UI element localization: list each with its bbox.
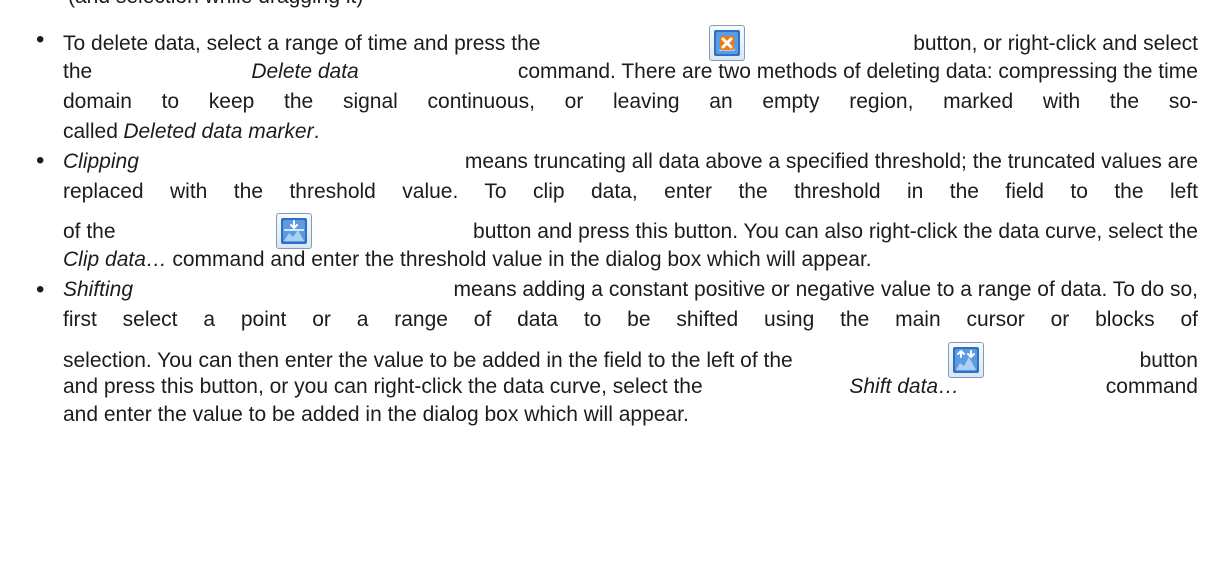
text-line: and press this button, or you can right-… bbox=[63, 372, 1198, 401]
command-name: Clip data… bbox=[63, 248, 167, 271]
text-line: domain to keep the signal continuous, or… bbox=[63, 87, 1198, 116]
text-span: domain to keep the signal continuous, or… bbox=[63, 90, 1198, 113]
text-span: selection. You can then enter the value … bbox=[63, 348, 793, 372]
text-line: the Delete data command. There are two m… bbox=[63, 57, 1198, 86]
bullet-glyph: • bbox=[36, 147, 45, 174]
text-span: and press this button, or you can right-… bbox=[63, 375, 703, 398]
text-line: of the button and press this button. You… bbox=[63, 213, 1198, 249]
top-cut-line: (and selection while dragging it) bbox=[68, 0, 363, 8]
text-span: and enter the value to be added in the d… bbox=[63, 403, 689, 426]
bullet-glyph: • bbox=[36, 26, 45, 53]
text-span: replaced with the threshold value. To cl… bbox=[63, 180, 1198, 203]
delete-data-icon[interactable] bbox=[708, 25, 745, 61]
text-span: means adding a constant positive or nega… bbox=[453, 278, 1198, 301]
text-span: . bbox=[313, 120, 320, 143]
text-line: To delete data, select a range of time a… bbox=[63, 25, 1198, 61]
text-line: Shifting means adding a constant positiv… bbox=[63, 275, 1198, 304]
text-span: first select a point or a range of data … bbox=[63, 308, 1198, 331]
text-line: and enter the value to be added in the d… bbox=[63, 400, 1198, 429]
text-span: command. There are two methods of deleti… bbox=[517, 60, 1198, 83]
text-span: called bbox=[63, 120, 118, 143]
text-span: of the bbox=[63, 219, 116, 243]
text-line: called Deleted data marker . bbox=[63, 117, 1198, 146]
term-name: Shifting bbox=[63, 278, 134, 301]
text-line: first select a point or a range of data … bbox=[63, 305, 1198, 334]
text-span: button, or right-click and select bbox=[913, 31, 1198, 55]
text-line: Clipping means truncating all data above… bbox=[63, 147, 1198, 176]
text-span: command bbox=[1105, 375, 1198, 398]
text-line: Clip data… command and enter the thresho… bbox=[63, 245, 1198, 274]
term-name: Clipping bbox=[63, 150, 139, 173]
text-span: To delete data, select a range of time a… bbox=[63, 31, 541, 55]
text-span: button and press this button. You can al… bbox=[473, 219, 1198, 243]
term-name: Deleted data marker bbox=[123, 120, 314, 143]
command-name: Delete data bbox=[251, 60, 359, 83]
text-span: means truncating all data above a specif… bbox=[464, 150, 1198, 173]
bullet-glyph: • bbox=[36, 276, 45, 303]
command-name: Shift data… bbox=[849, 375, 960, 398]
text-span: command and enter the threshold value in… bbox=[172, 248, 872, 271]
text-span: the bbox=[63, 60, 93, 83]
clip-data-icon[interactable] bbox=[276, 213, 313, 249]
text-span: button bbox=[1139, 348, 1198, 372]
text-line: replaced with the threshold value. To cl… bbox=[63, 177, 1198, 206]
